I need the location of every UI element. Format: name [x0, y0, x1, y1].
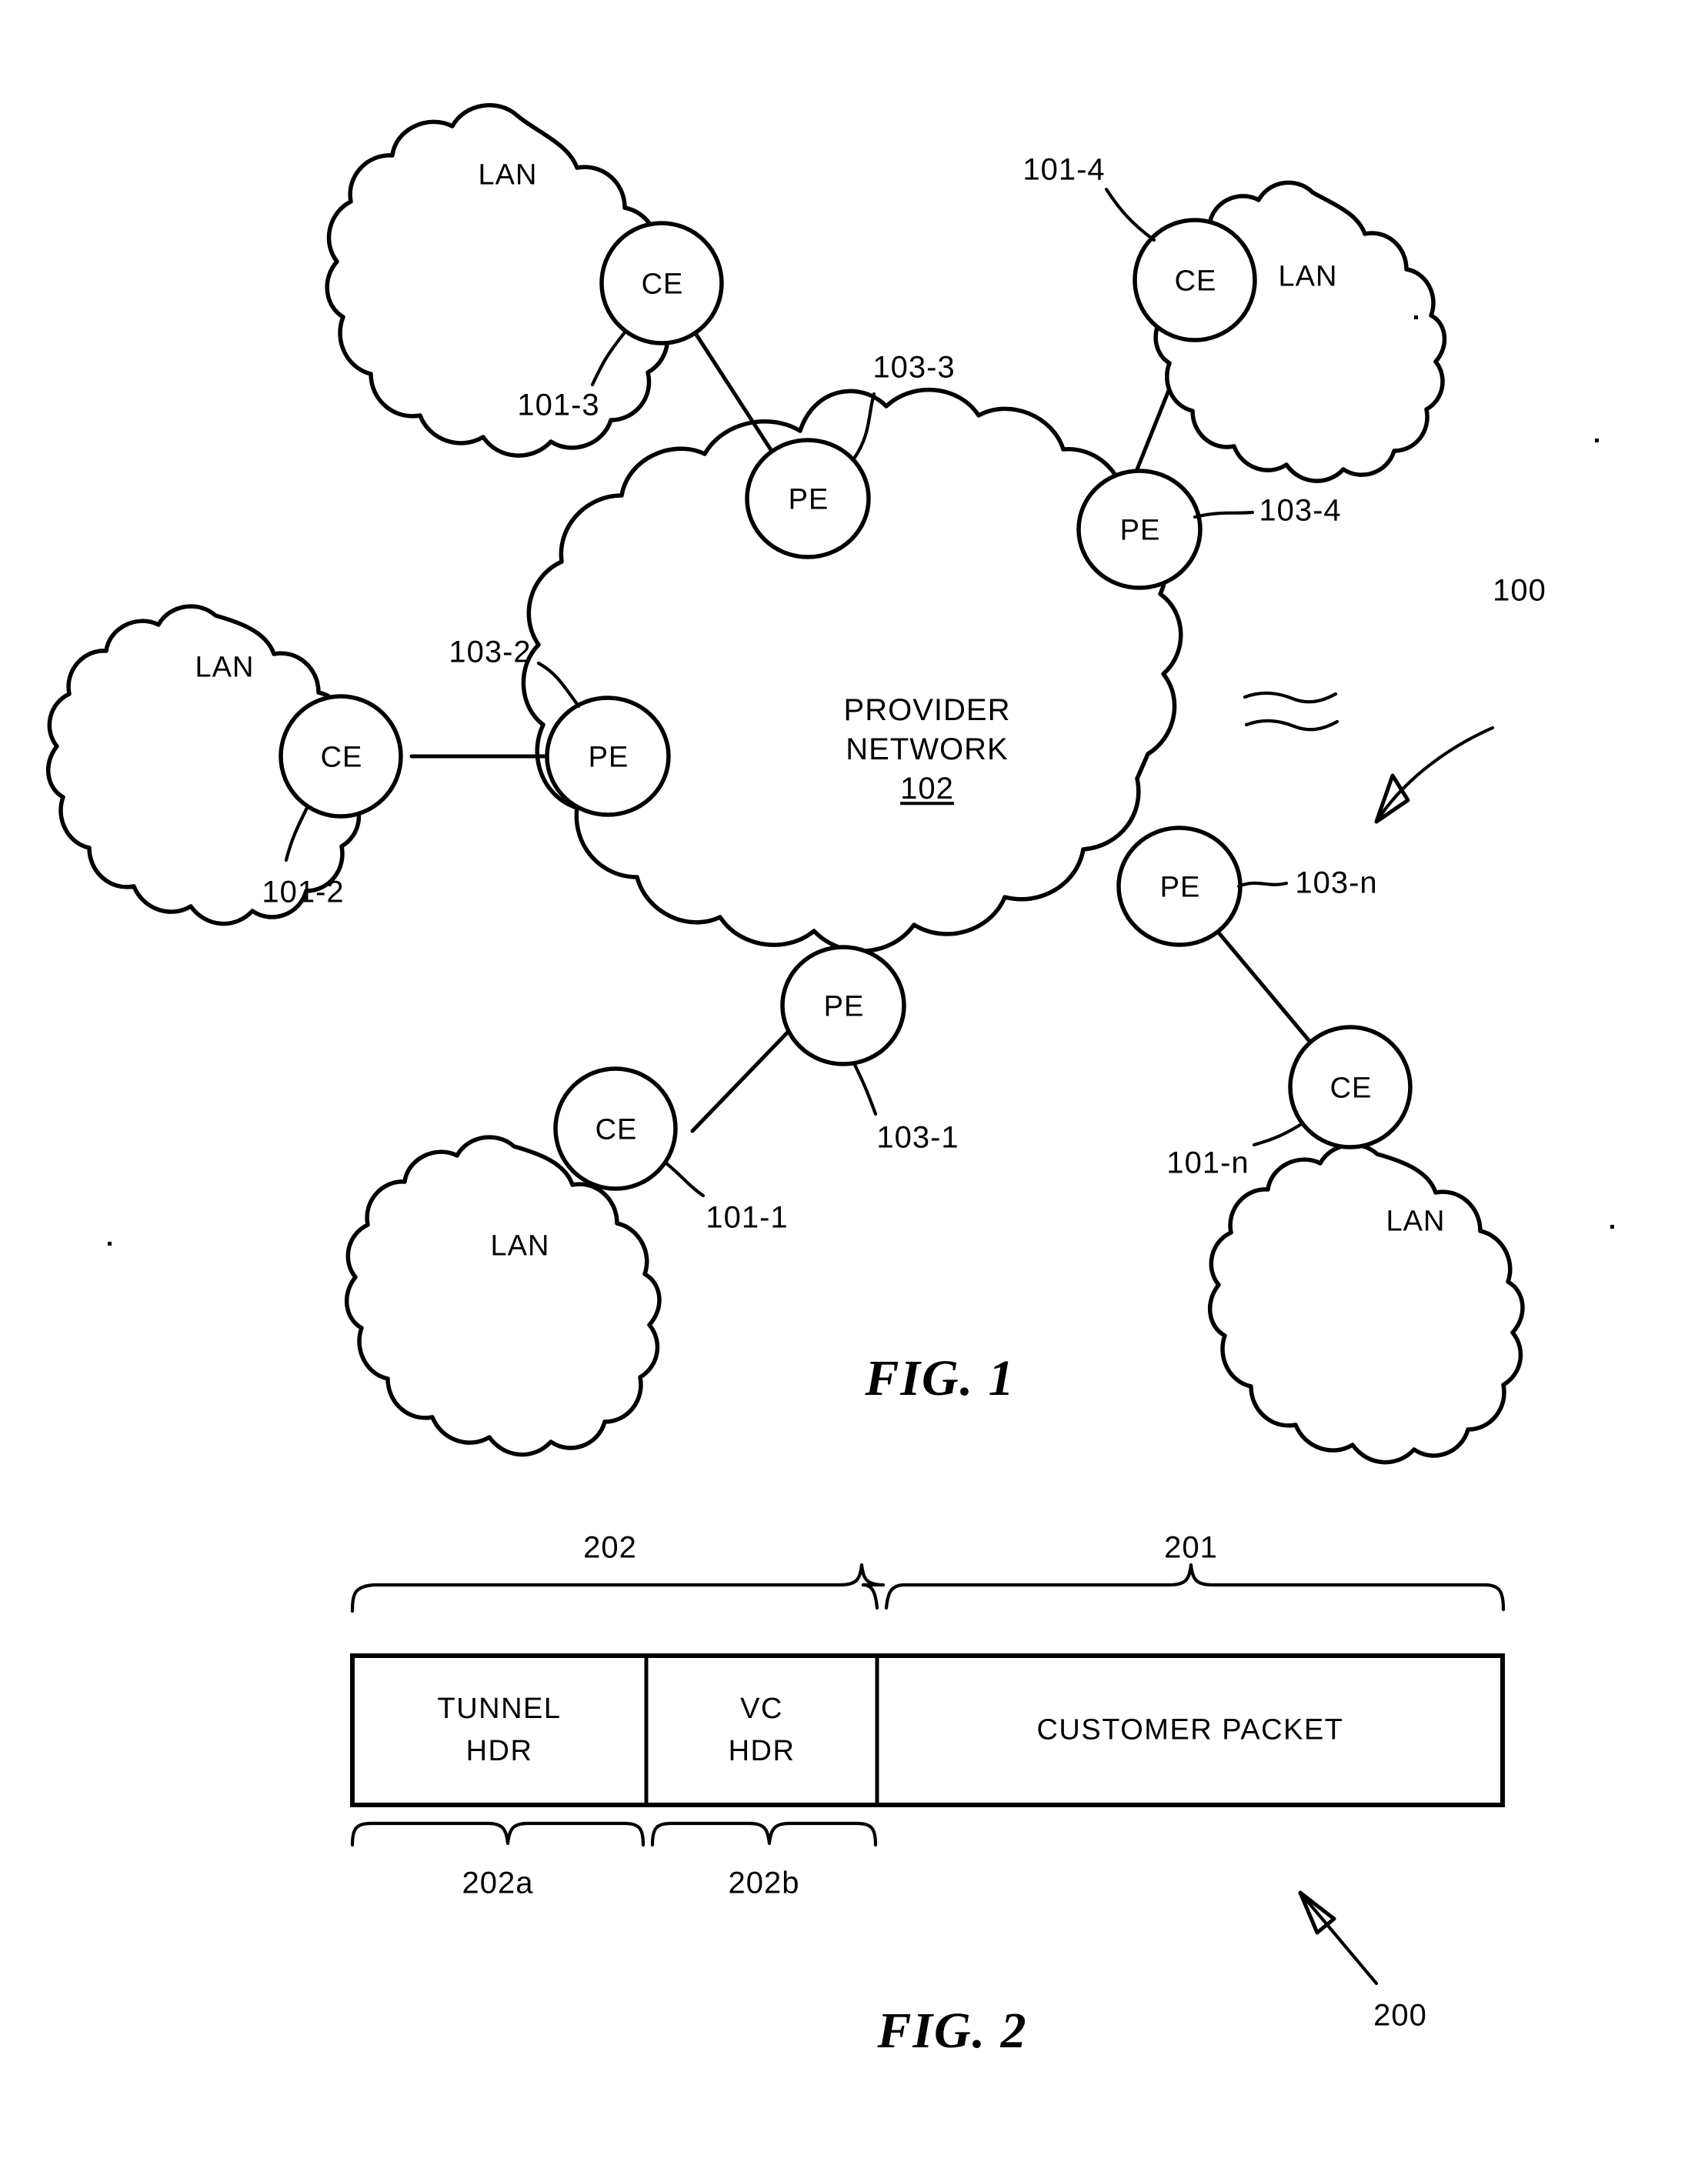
brace-201-top — [884, 1563, 1506, 1612]
brace-202-top-right — [861, 1583, 879, 1610]
field-vc-hdr-label: VC HDR — [729, 1688, 796, 1773]
brace-202a-bottom — [350, 1821, 646, 1847]
scan-speck — [1595, 439, 1599, 442]
ref-201-payload: 201 — [1164, 1530, 1218, 1565]
provider-network-line2: NETWORK — [846, 732, 1009, 767]
leader-103-4 — [1193, 510, 1255, 519]
link-ce4-pe4 — [1126, 336, 1192, 495]
lan-label-bottom-right: LAN — [1386, 1205, 1446, 1238]
pe-label-103-4: PE — [1119, 514, 1161, 547]
lan-cloud-bottom-right — [1207, 1143, 1525, 1465]
leader-103-n — [1236, 881, 1289, 889]
leader-103-3 — [852, 392, 876, 461]
scan-speck — [1414, 315, 1418, 319]
ref-103-2: 103-2 — [449, 635, 532, 669]
lan-label-top-right: LAN — [1278, 260, 1338, 293]
brace-202b-bottom — [650, 1821, 878, 1847]
link-cen-pen — [1207, 919, 1315, 1047]
field-vc-hdr-line2: HDR — [728, 1735, 796, 1767]
pe-label-103-2: PE — [588, 741, 629, 774]
field-tunnel-hdr-line1: TUNNEL — [437, 1692, 562, 1725]
leader-arrow-100-head — [1374, 773, 1410, 824]
provider-network-line1: PROVIDER — [843, 693, 1011, 728]
lan-label-left: LAN — [195, 651, 255, 684]
link-ce1-pe1 — [690, 1021, 799, 1133]
link-ce3-pe3 — [672, 298, 795, 485]
field-tunnel-hdr-label: TUNNEL HDR — [437, 1688, 561, 1773]
cloud-break-mark-2 — [1244, 719, 1339, 732]
leader-103-1 — [852, 1061, 878, 1116]
scan-speck — [1610, 1225, 1614, 1229]
pe-label-103-1: PE — [823, 990, 865, 1023]
ref-101-2: 101-2 — [262, 875, 345, 909]
ce-label-101-2: CE — [320, 741, 363, 774]
ref-101-3: 101-3 — [517, 388, 600, 422]
ce-label-101-4: CE — [1174, 265, 1217, 298]
field-customer-packet-label: CUSTOMER PACKET — [1036, 1713, 1344, 1746]
ref-101-n: 101-n — [1166, 1146, 1249, 1180]
leader-101-1 — [664, 1161, 706, 1198]
lan-label-top-left: LAN — [478, 158, 538, 192]
field-vc-hdr-line1: VC — [740, 1692, 783, 1725]
ref-103-1: 103-1 — [876, 1120, 959, 1155]
lan-cloud-bottom-left — [344, 1135, 662, 1457]
field-tunnel-hdr-line2: HDR — [465, 1735, 533, 1767]
scan-speck — [108, 1242, 112, 1246]
leader-101-3 — [590, 330, 627, 387]
ref-system-100: 100 — [1493, 573, 1546, 608]
provider-network-ref: 102 — [900, 772, 954, 806]
leader-arrow-200 — [1298, 1890, 1379, 1986]
provider-network-label: PROVIDER NETWORK 102 — [844, 691, 1011, 809]
ce-label-101-3: CE — [641, 268, 684, 301]
figure-2-caption: FIG. 2 — [877, 2003, 1028, 2059]
figure-1-graphics — [45, 103, 1525, 1986]
leader-arrow-200-head — [1298, 1890, 1336, 1935]
brace-202-top — [350, 1563, 886, 1613]
figure-1-caption: FIG. 1 — [865, 1350, 1016, 1406]
ce-label-101-n: CE — [1329, 1072, 1373, 1105]
leader-101-n — [1252, 1123, 1303, 1147]
ref-103-4: 103-4 — [1259, 493, 1342, 528]
leader-arrow-100 — [1374, 726, 1495, 824]
ref-202a: 202a — [462, 1866, 534, 1900]
pe-label-103-n: PE — [1159, 871, 1201, 904]
ce-label-101-1: CE — [595, 1113, 638, 1146]
pe-label-103-3: PE — [788, 483, 829, 516]
lan-label-bottom-left: LAN — [490, 1229, 550, 1263]
leader-101-2 — [284, 804, 310, 862]
cloud-break-mark — [1243, 691, 1338, 704]
ref-packet-200: 200 — [1373, 1998, 1427, 2033]
ref-103-n: 103-n — [1295, 866, 1378, 900]
leader-101-4 — [1104, 187, 1156, 242]
ref-103-3: 103-3 — [872, 350, 956, 385]
lan-cloud-top-left — [325, 103, 672, 458]
lan-cloud-top-right — [1153, 180, 1447, 483]
ref-202b: 202b — [728, 1866, 800, 1900]
ref-101-4: 101-4 — [1022, 152, 1106, 187]
provider-network-cloud — [521, 387, 1183, 953]
leader-103-2 — [536, 661, 581, 709]
ref-202-group: 202 — [583, 1530, 637, 1565]
patent-drawing-sheet: LAN LAN LAN LAN LAN CE CE CE CE CE PE PE… — [0, 0, 1708, 2165]
ref-101-1: 101-1 — [706, 1200, 789, 1235]
